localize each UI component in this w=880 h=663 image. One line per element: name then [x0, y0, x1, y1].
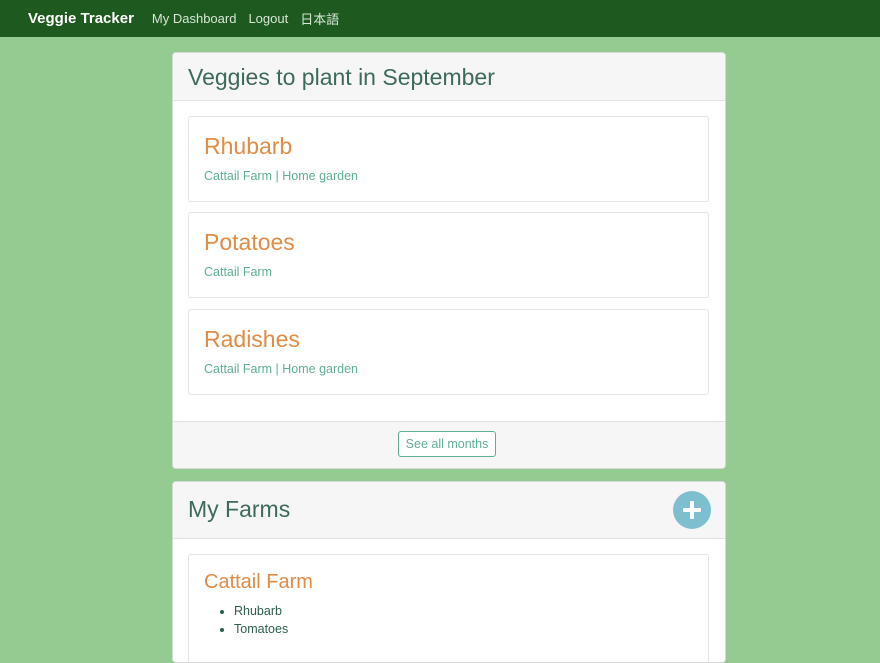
- veggie-card[interactable]: Rhubarb Cattail Farm | Home garden: [188, 116, 709, 202]
- see-all-months-button[interactable]: See all months: [398, 431, 496, 457]
- veggies-panel-title: Veggies to plant in September: [188, 64, 495, 90]
- farms-panel: My Farms Cattail Farm Rhubarb Tomatoes: [172, 481, 726, 663]
- veggie-name[interactable]: Radishes: [204, 326, 300, 353]
- veggie-name[interactable]: Rhubarb: [204, 133, 292, 160]
- veggie-name[interactable]: Potatoes: [204, 229, 295, 256]
- veggie-locations: Cattail Farm | Home garden: [204, 169, 358, 183]
- farm-card[interactable]: Cattail Farm Rhubarb Tomatoes: [188, 554, 709, 662]
- list-item: Tomatoes: [234, 620, 288, 638]
- veggie-locations: Cattail Farm: [204, 265, 273, 279]
- farms-panel-title: My Farms: [188, 496, 291, 522]
- nav-link-dashboard[interactable]: My Dashboard: [152, 11, 237, 26]
- plus-icon: [683, 501, 701, 519]
- farm-name[interactable]: Cattail Farm: [204, 571, 313, 594]
- veggies-panel: Veggies to plant in September Rhubarb Ca…: [172, 52, 726, 469]
- veggies-panel-heading: Veggies to plant in September: [173, 53, 725, 101]
- nav-link-language[interactable]: 日本語: [300, 9, 339, 28]
- veggies-panel-footer: See all months: [173, 421, 725, 468]
- nav-link-logout[interactable]: Logout: [248, 11, 288, 26]
- veggie-locations: Cattail Farm | Home garden: [204, 362, 358, 376]
- top-navbar: Veggie Tracker My Dashboard Logout 日本語: [0, 0, 880, 37]
- brand-link[interactable]: Veggie Tracker: [28, 10, 134, 27]
- veggie-card[interactable]: Radishes Cattail Farm | Home garden: [188, 309, 709, 395]
- veggie-card[interactable]: Potatoes Cattail Farm: [188, 212, 709, 298]
- farm-veggie-list: Rhubarb Tomatoes: [219, 602, 288, 638]
- add-farm-button[interactable]: [673, 491, 711, 529]
- farms-panel-heading: My Farms: [173, 482, 725, 539]
- list-item: Rhubarb: [234, 602, 288, 620]
